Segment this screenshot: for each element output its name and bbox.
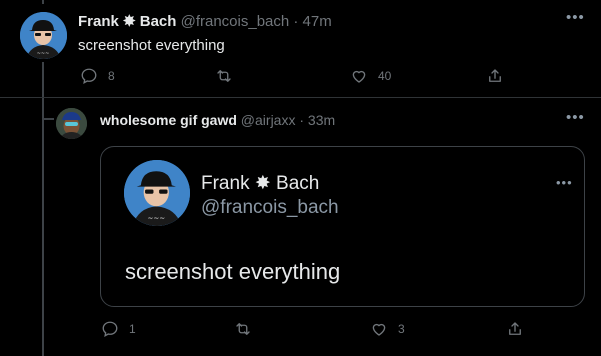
card-more-icon: •••	[556, 175, 573, 190]
like-button[interactable]: 40	[350, 67, 391, 85]
more-icon[interactable]: •••	[566, 9, 585, 26]
reply-share-button[interactable]	[506, 320, 524, 338]
divider	[0, 97, 601, 98]
reply-connector	[42, 118, 54, 120]
like-icon	[372, 323, 386, 336]
tweet-text: screenshot everything	[78, 37, 225, 54]
thread-connector	[42, 62, 44, 356]
reply-reply-count: 1	[129, 322, 136, 336]
reply-count: 8	[108, 69, 115, 83]
avatar[interactable]: ~~~	[20, 12, 67, 59]
reply-button[interactable]: 8	[80, 67, 115, 85]
share-button[interactable]	[486, 67, 504, 85]
reply-like-count: 3	[398, 322, 405, 336]
reply-avatar[interactable]	[56, 108, 87, 139]
share-icon	[489, 69, 501, 82]
tweet-header: Frank ✸ Bach @francois_bach · 47m	[78, 12, 332, 30]
share-icon	[509, 322, 521, 335]
card-handle: @francois_bach	[201, 197, 339, 218]
card-avatar: ~~~	[124, 160, 190, 226]
retweet-icon	[217, 70, 231, 82]
reply-author-name[interactable]: wholesome gif gawd	[100, 112, 237, 128]
reply-avatar-image	[56, 108, 87, 139]
reply-header: wholesome gif gawd @airjaxx · 33m	[100, 112, 335, 128]
reply-handle-and-time[interactable]: @airjaxx · 33m	[241, 112, 335, 128]
reply-more-icon[interactable]: •••	[566, 109, 585, 126]
reply-reply-button[interactable]: 1	[101, 320, 136, 338]
retweet-icon	[236, 323, 250, 335]
reply-icon	[81, 68, 97, 85]
like-count: 40	[378, 69, 392, 83]
retweet-button[interactable]	[215, 67, 243, 85]
reply-retweet-button[interactable]	[234, 320, 262, 338]
svg-text:~~~: ~~~	[37, 51, 50, 57]
reply-like-button[interactable]: 3	[370, 320, 405, 338]
like-icon	[352, 70, 366, 83]
card-author-name: Frank ✸ Bach	[201, 173, 320, 194]
reply-icon	[102, 321, 118, 338]
svg-text:~~~: ~~~	[147, 213, 165, 222]
handle-and-time[interactable]: @francois_bach · 47m	[181, 13, 332, 30]
card-text: screenshot everything	[125, 259, 341, 284]
author-name[interactable]: Frank ✸ Bach	[78, 13, 176, 30]
card-avatar-image: ~~~	[124, 160, 190, 226]
avatar-image: ~~~	[20, 12, 67, 59]
thread-connector-top	[42, 0, 44, 4]
